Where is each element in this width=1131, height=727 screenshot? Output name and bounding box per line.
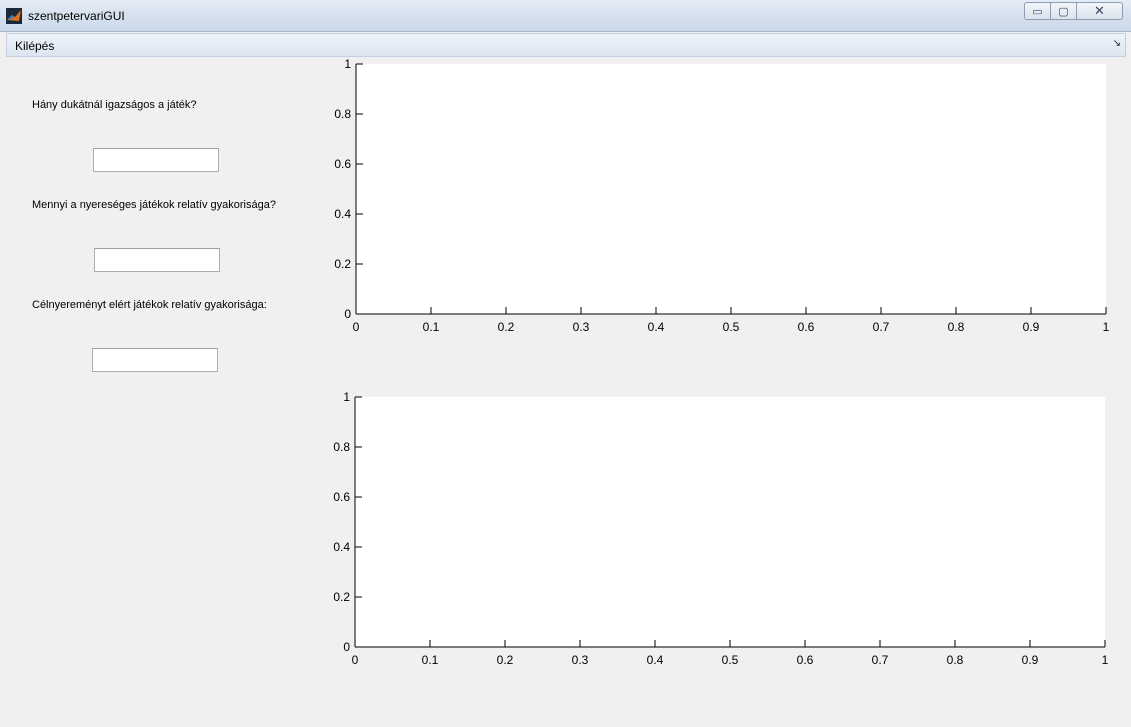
y-tick-label: 0.6 <box>334 157 351 171</box>
x-tick-label: 0 <box>353 320 360 334</box>
y-tick-label: 0 <box>344 307 351 321</box>
x-tick-label: 1 <box>1103 320 1110 334</box>
x-tick-label: 0.9 <box>1023 320 1040 334</box>
x-tick-label: 0.2 <box>498 320 515 334</box>
y-tick-label: 0.4 <box>334 207 351 221</box>
y-tick-label: 1 <box>344 57 351 71</box>
y-tick-label: 0.8 <box>334 107 351 121</box>
x-tick-label: 0.6 <box>798 320 815 334</box>
x-tick-label: 0.1 <box>423 320 440 334</box>
plot-area <box>356 64 1106 314</box>
top-axes[interactable]: 0 0.1 0.2 0.3 0.4 0.5 0.6 0.7 0.8 0.9 1 0 0.2 0.4 0.6 0… <box>0 0 1131 727</box>
x-tick-label: 0.8 <box>948 320 965 334</box>
x-tick-label: 0.4 <box>648 320 665 334</box>
x-tick-label: 0.5 <box>723 320 740 334</box>
x-tick-label: 0.7 <box>873 320 890 334</box>
x-tick-label: 0.3 <box>573 320 590 334</box>
y-tick-label: 0.2 <box>334 257 351 271</box>
